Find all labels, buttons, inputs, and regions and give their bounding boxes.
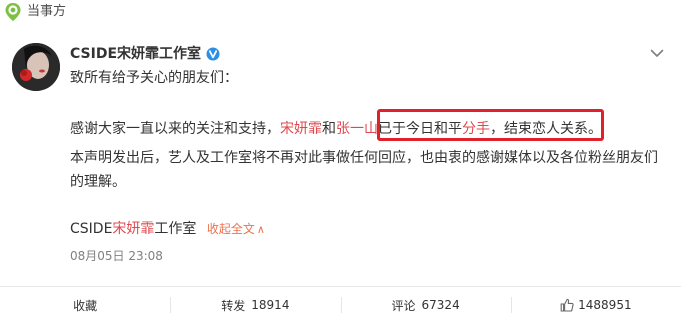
mention-link[interactable]: 宋妍霏 — [280, 121, 322, 137]
verified-badge-icon — [206, 47, 220, 61]
comment-label: 评论 — [391, 298, 416, 313]
paragraph-text: 感谢大家一直以来的关注和支持， — [70, 121, 280, 137]
thumbs-up-icon — [560, 298, 574, 312]
signature-suffix: 工作室 — [154, 221, 197, 237]
post-signature: CSIDE宋妍霏工作室 收起全文 ∧ — [70, 220, 265, 239]
repost-count: 18914 — [251, 298, 290, 312]
source-name: 当事方 — [27, 4, 67, 19]
mention-link[interactable]: 张一山 — [336, 121, 378, 137]
post-greeting: 致所有给予关心的朋友们： — [70, 70, 238, 86]
like-count: 1488951 — [578, 298, 632, 312]
weibo-post-card: CSIDE宋妍霏工作室 致所有给予关心的朋友们： 感谢大家一直以来的关注和支持，… — [0, 24, 681, 322]
annotation-highlight-box — [377, 109, 604, 141]
like-button[interactable]: 1488951 — [510, 287, 681, 322]
collapse-fulltext-link[interactable]: 收起全文 — [207, 222, 255, 236]
comment-button[interactable]: 评论 67324 — [340, 287, 511, 322]
post-paragraph-2: 本声明发出后，艺人及工作室将不再对此事做任何回应，也由衷的感谢媒体以及各位粉丝朋… — [70, 150, 658, 190]
signature-name-link[interactable]: 宋妍霏 — [112, 221, 154, 237]
repost-button[interactable]: 转发 18914 — [170, 287, 340, 322]
location-pin-icon — [5, 3, 21, 21]
action-bar: 收藏 转发 18914 评论 67324 1488951 — [0, 286, 681, 322]
repost-label: 转发 — [221, 298, 246, 313]
paragraph-text: 和 — [322, 121, 336, 137]
favorite-button[interactable]: 收藏 — [0, 287, 170, 322]
signature-prefix: CSIDE — [70, 221, 113, 237]
author-name[interactable]: CSIDE宋妍霏工作室 — [70, 44, 201, 64]
source-header: 当事方 — [0, 0, 681, 24]
collapse-arrow-icon: ∧ — [256, 223, 265, 236]
post-timestamp[interactable]: 08月05日 23:08 — [70, 248, 163, 264]
avatar[interactable] — [12, 43, 60, 91]
comment-count: 67324 — [421, 298, 460, 312]
favorite-label: 收藏 — [73, 298, 98, 313]
author-row: CSIDE宋妍霏工作室 — [70, 44, 220, 64]
post-menu-button[interactable] — [648, 46, 666, 60]
chevron-down-icon — [650, 49, 664, 57]
